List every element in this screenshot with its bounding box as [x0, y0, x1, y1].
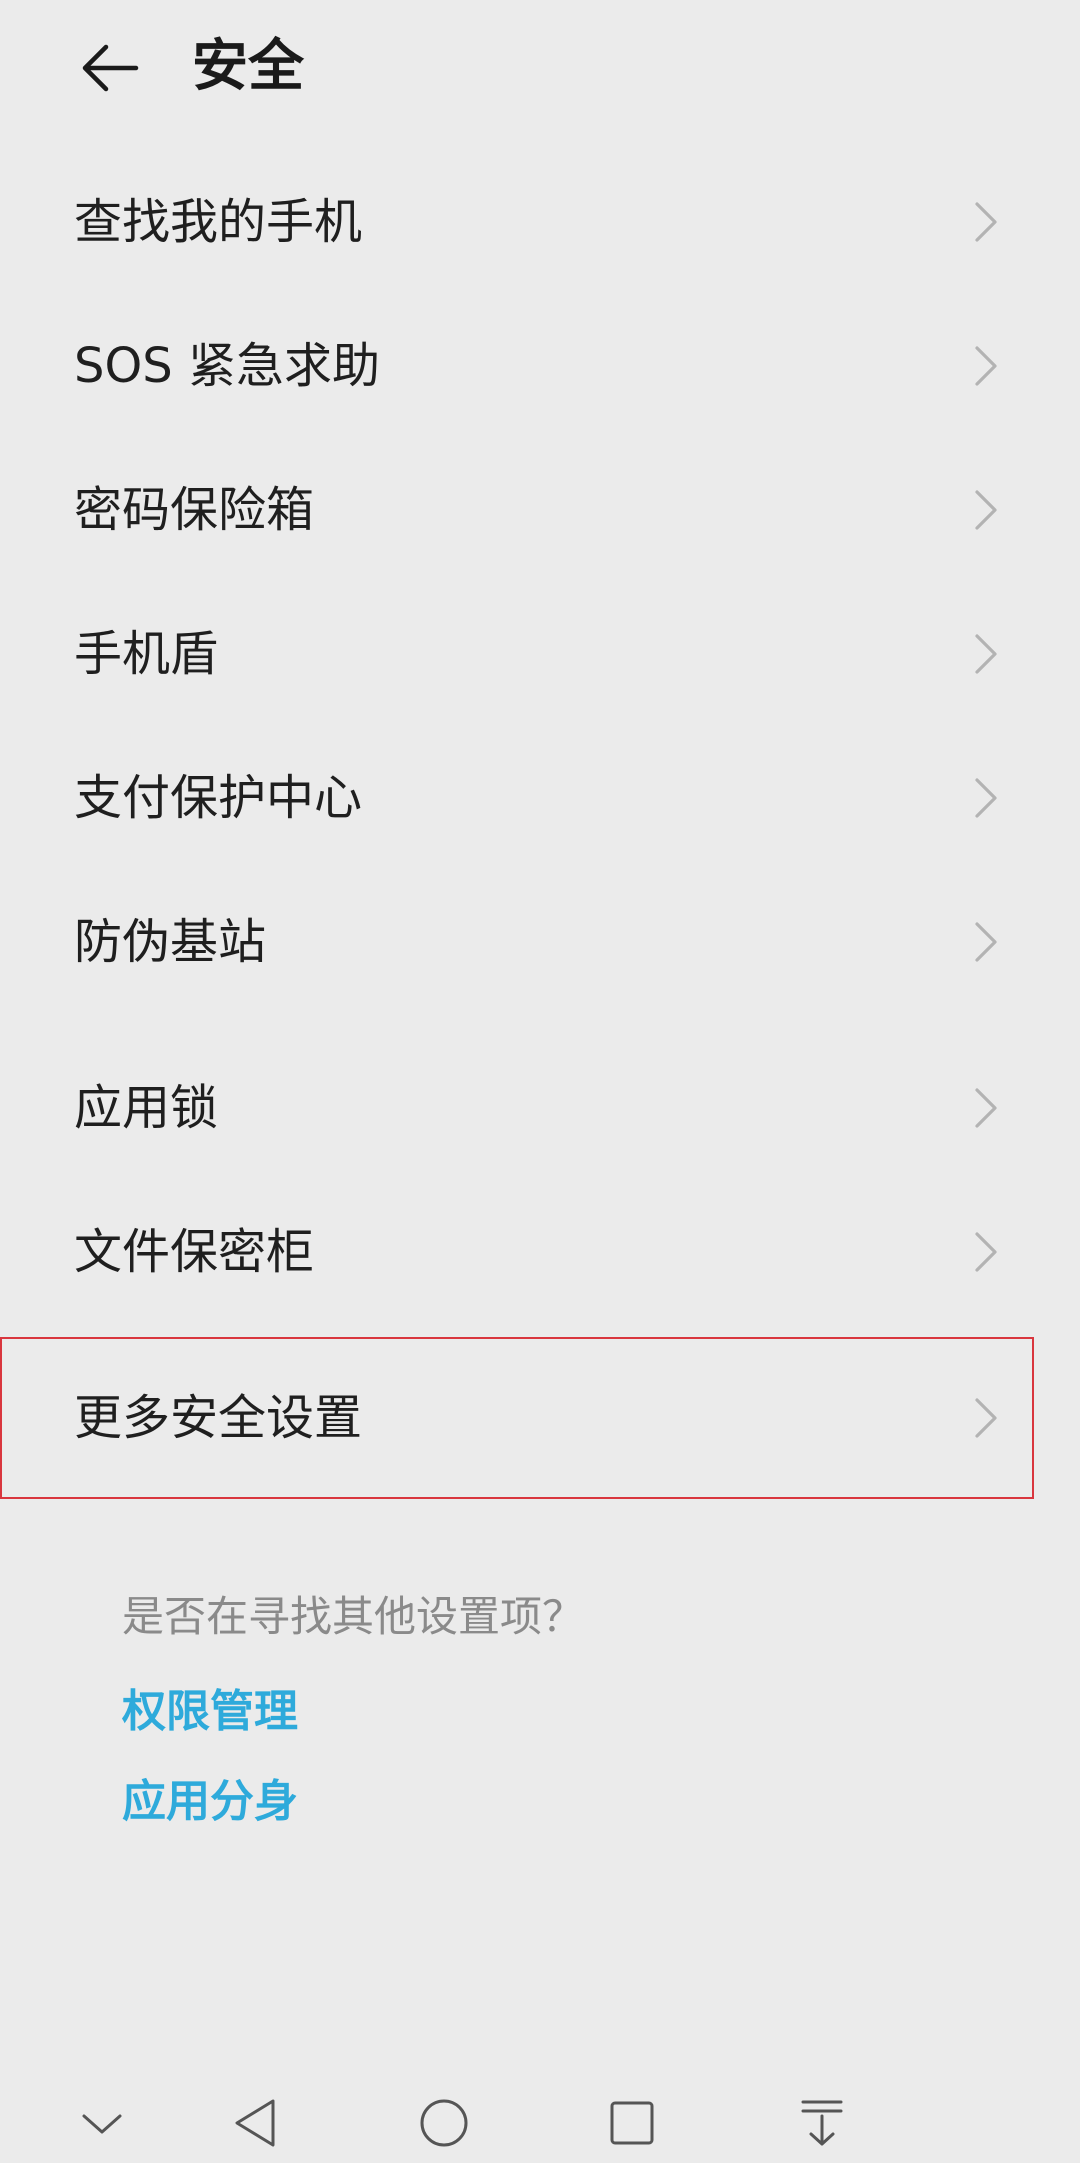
menu-item-password-vault[interactable]: 密码保险箱 — [0, 438, 1080, 582]
chevron-right-icon — [975, 490, 997, 530]
menu-item-fake-base-station[interactable]: 防伪基站 — [0, 870, 1080, 1014]
menu-item-label: 密码保险箱 — [74, 482, 315, 538]
chevron-right-icon — [975, 778, 997, 818]
menu-item-payment-protection[interactable]: 支付保护中心 — [0, 726, 1080, 870]
menu-item-label: 更多安全设置 — [74, 1390, 363, 1446]
menu-item-more-security-settings[interactable]: 更多安全设置 — [0, 1346, 1080, 1490]
back-button[interactable] — [70, 28, 150, 108]
menu-item-label: 查找我的手机 — [74, 194, 363, 250]
system-navigation-bar — [0, 2083, 1080, 2163]
suggestion-prompt: 是否在寻找其他设置项？ — [122, 1592, 585, 1641]
arrow-left-icon — [82, 44, 139, 92]
chevron-right-icon — [975, 202, 997, 242]
chevron-right-icon — [975, 922, 997, 962]
nav-back-button[interactable] — [215, 2083, 295, 2163]
menu-item-label: 手机盾 — [74, 626, 219, 682]
menu-item-label: SOS 紧急求助 — [74, 338, 380, 394]
chevron-right-icon — [975, 1398, 997, 1438]
recents-square-icon — [610, 2101, 654, 2145]
page-title: 安全 — [192, 34, 304, 99]
menu-item-label: 应用锁 — [74, 1080, 219, 1136]
menu-item-label: 防伪基站 — [74, 914, 267, 970]
nav-recents-button[interactable] — [592, 2083, 672, 2163]
menu-item-label: 支付保护中心 — [74, 770, 363, 826]
menu-item-phone-shield[interactable]: 手机盾 — [0, 582, 1080, 726]
menu-item-app-lock[interactable]: 应用锁 — [0, 1036, 1080, 1180]
nav-notification-button[interactable] — [782, 2083, 862, 2163]
app-header: 安全 — [0, 0, 1080, 130]
chevron-down-icon — [82, 2114, 122, 2134]
nav-collapse-button[interactable] — [62, 2083, 142, 2163]
back-triangle-icon — [235, 2099, 275, 2147]
chevron-right-icon — [975, 1232, 997, 1272]
menu-item-sos[interactable]: SOS 紧急求助 — [0, 294, 1080, 438]
home-circle-icon — [420, 2099, 468, 2147]
menu-item-find-my-phone[interactable]: 查找我的手机 — [0, 150, 1080, 294]
link-permission-management[interactable]: 权限管理 — [122, 1684, 298, 1740]
chevron-right-icon — [975, 634, 997, 674]
link-app-twin[interactable]: 应用分身 — [122, 1774, 298, 1830]
menu-item-file-safe[interactable]: 文件保密柜 — [0, 1180, 1080, 1324]
nav-home-button[interactable] — [404, 2083, 484, 2163]
notification-pulldown-icon — [801, 2100, 843, 2146]
chevron-right-icon — [975, 346, 997, 386]
menu-item-label: 文件保密柜 — [74, 1224, 315, 1280]
chevron-right-icon — [975, 1088, 997, 1128]
